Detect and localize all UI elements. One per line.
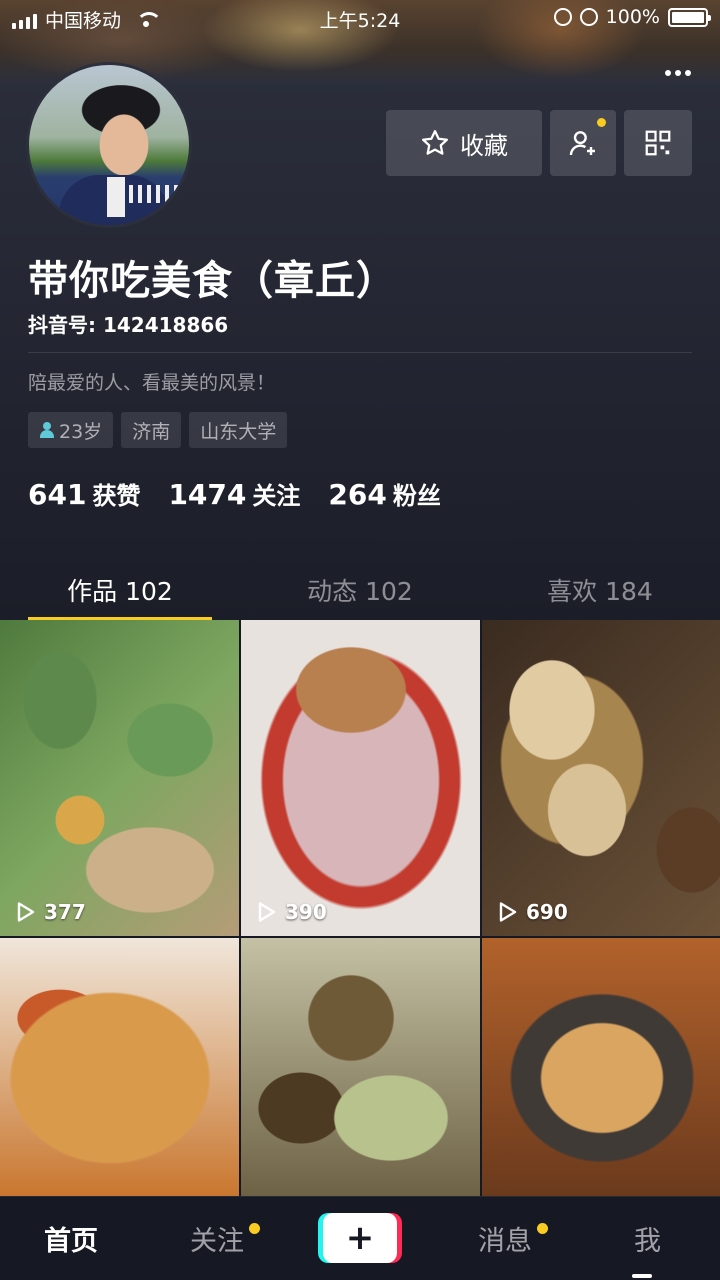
notification-dot (249, 1223, 260, 1234)
tab-activity-label: 动态 102 (307, 577, 413, 606)
alarm-icon (579, 8, 598, 26)
video-thumbnail[interactable]: 377 (0, 620, 239, 936)
star-icon (422, 130, 448, 155)
tab-likes-label: 喜欢 184 (547, 577, 653, 606)
content-tabs: 作品 102 动态 102 喜欢 184 (0, 548, 720, 620)
divider (28, 352, 692, 353)
likes-label: 获赞 (92, 482, 141, 510)
active-page-indicator (632, 1274, 652, 1278)
followers-stat[interactable]: 264 粉丝 (328, 476, 440, 511)
video-thumbnail[interactable] (241, 938, 480, 1196)
followers-label: 粉丝 (392, 482, 441, 510)
video-thumbnail[interactable] (0, 938, 239, 1196)
profile-bio: 陪最爱的人、看最美的风景！ (28, 372, 276, 394)
qr-code-button[interactable] (624, 110, 692, 176)
tab-works-label: 作品 102 (67, 577, 173, 606)
video-grid: 377 390 690 (0, 620, 720, 1196)
video-thumbnail[interactable]: 390 (241, 620, 480, 936)
add-friend-button[interactable] (550, 110, 616, 176)
tab-works[interactable]: 作品 102 (0, 548, 240, 620)
city-tag[interactable]: 济南 (121, 412, 182, 448)
add-user-icon (569, 131, 595, 156)
following-label: 关注 (252, 482, 301, 510)
play-count: 377 (16, 900, 86, 924)
status-right: 100% (553, 6, 711, 28)
following-count: 1474 (168, 478, 247, 511)
avatar[interactable] (26, 62, 192, 228)
battery-percent: 100% (605, 6, 660, 28)
school-tag[interactable]: 山东大学 (189, 412, 288, 448)
age-label: 23岁 (59, 420, 103, 443)
notification-dot (597, 118, 606, 127)
play-icon (498, 901, 518, 923)
likes-count: 641 (28, 478, 87, 511)
plus-icon: + (345, 1218, 375, 1258)
play-count-value: 690 (526, 900, 568, 924)
nav-follow-label: 关注 (190, 1226, 244, 1257)
favorite-label: 收藏 (460, 131, 508, 160)
likes-stat[interactable]: 641 获赞 (28, 476, 140, 511)
profile-stats: 641 获赞 1474 关注 264 粉丝 (28, 476, 441, 511)
person-icon (39, 422, 55, 438)
nav-messages[interactable]: 消息 (478, 1219, 548, 1258)
douyin-id: 抖音号: 142418866 (28, 313, 229, 337)
nav-messages-label: 消息 (478, 1226, 532, 1257)
status-bar: 中国移动 上午5:24 100% (0, 0, 720, 36)
profile-tags: 23岁 济南 山东大学 (28, 412, 288, 448)
rotation-lock-icon (553, 8, 572, 26)
play-icon (257, 901, 277, 923)
more-options-button[interactable] (656, 58, 700, 88)
bottom-nav: 首页 关注 + 消息 我 (0, 1196, 720, 1280)
nav-me[interactable]: 我 (634, 1219, 661, 1258)
play-count: 690 (498, 900, 568, 924)
play-count-value: 377 (44, 900, 86, 924)
nav-home[interactable]: 首页 (44, 1219, 98, 1258)
age-tag: 23岁 (28, 412, 114, 448)
battery-icon (668, 7, 711, 27)
tab-activity[interactable]: 动态 102 (240, 548, 480, 620)
following-stat[interactable]: 1474 关注 (168, 476, 300, 511)
video-thumbnail[interactable]: 690 (482, 620, 720, 936)
play-count: 390 (257, 900, 327, 924)
video-thumbnail[interactable] (482, 938, 720, 1196)
tab-likes[interactable]: 喜欢 184 (480, 548, 720, 620)
favorite-button[interactable]: 收藏 (386, 110, 542, 176)
notification-dot (537, 1223, 548, 1234)
play-count-value: 390 (285, 900, 327, 924)
create-video-button[interactable]: + (323, 1213, 397, 1263)
qr-code-icon (645, 130, 671, 156)
play-icon (16, 901, 36, 923)
profile-name: 带你吃美食（章丘） (28, 258, 397, 304)
nav-follow[interactable]: 关注 (190, 1219, 260, 1258)
followers-count: 264 (328, 478, 387, 511)
